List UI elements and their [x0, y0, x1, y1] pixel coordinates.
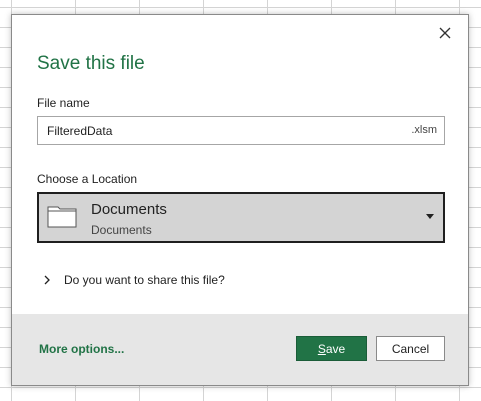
location-dropdown[interactable]: Documents Documents: [37, 192, 445, 243]
location-label: Choose a Location: [37, 172, 138, 186]
cancel-button[interactable]: Cancel: [376, 336, 445, 361]
file-name-field[interactable]: .xlsm: [37, 116, 445, 145]
save-button[interactable]: Save: [296, 336, 367, 361]
location-path: Documents: [91, 223, 152, 237]
close-icon: [439, 27, 451, 39]
save-dialog: Save this file File name .xlsm Choose a …: [11, 14, 469, 386]
save-label: ave: [325, 341, 346, 356]
folder-icon: [47, 206, 77, 228]
location-name: Documents: [91, 201, 167, 218]
save-accel: S: [317, 341, 326, 356]
more-options-link[interactable]: More options...: [39, 342, 124, 356]
dialog-footer: More options... Save Cancel: [12, 314, 468, 385]
file-name-input[interactable]: [47, 117, 387, 144]
dialog-title: Save this file: [37, 53, 145, 74]
chevron-down-icon: [426, 214, 434, 219]
chevron-right-icon: [44, 275, 50, 285]
close-button[interactable]: [436, 24, 454, 42]
file-name-label: File name: [37, 96, 90, 110]
share-label: Do you want to share this file?: [64, 273, 225, 287]
file-extension: .xlsm: [411, 124, 437, 136]
